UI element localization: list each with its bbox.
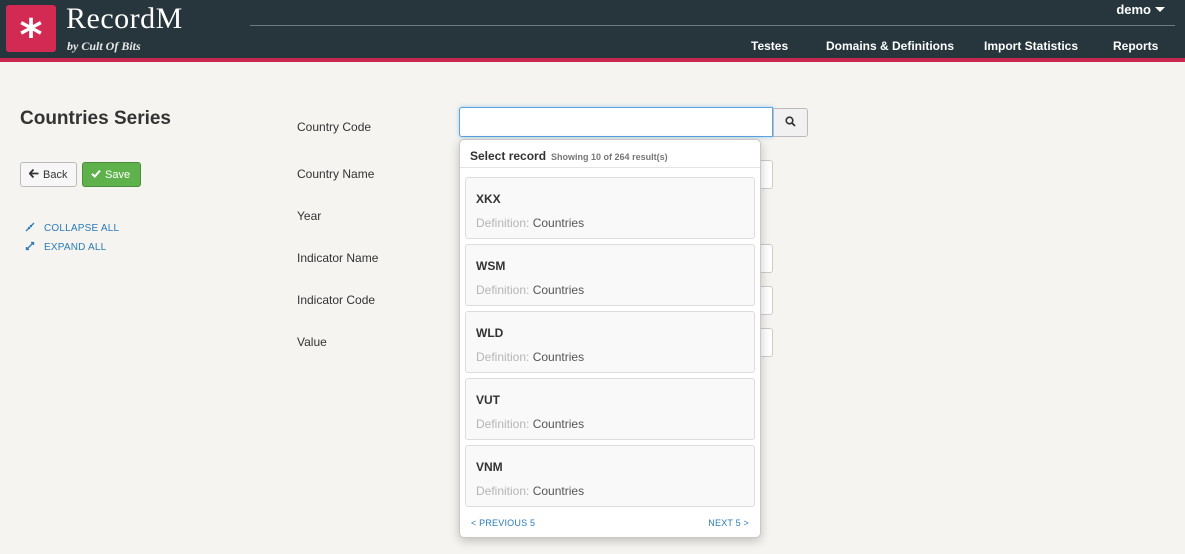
collapse-all-label: COLLAPSE ALL [44,223,120,234]
popup-title: Select record [470,149,547,163]
definition-key: Definition: [476,417,530,431]
record-list: XKX Definition: Countries WSM Definition… [465,177,755,512]
record-item[interactable]: WLD Definition: Countries [465,311,755,373]
next-page-link[interactable]: NEXT 5 > [708,518,749,528]
nav-item-domains-definitions[interactable]: Domains & Definitions [826,39,954,53]
definition-value: Countries [532,484,585,498]
record-code: VUT [476,393,500,407]
brand-byline: by Cult Of Bits [67,39,141,53]
label-country-code: Country Code [297,120,372,134]
definition-key: Definition: [476,350,530,364]
record-code: WSM [476,259,506,273]
header-accent-bar [0,58,1185,62]
definition-value: Countries [532,216,585,230]
result-count: Showing 10 of 264 result(s) [551,152,668,162]
label-value: Value [297,335,327,349]
country-code-input[interactable] [459,107,773,137]
compress-icon [25,222,36,235]
nav-item-import-statistics[interactable]: Import Statistics [984,39,1078,53]
user-name: demo [1116,2,1151,17]
record-definition: Definition: Countries [476,350,584,364]
record-definition: Definition: Countries [476,484,584,498]
collapse-all-link[interactable]: COLLAPSE ALL [25,222,119,235]
popup-divider [460,167,760,168]
asterisk-logo-icon: * [19,9,43,61]
save-button-label: Save [105,168,131,181]
label-indicator-name: Indicator Name [297,251,379,265]
logo[interactable]: * [6,5,56,57]
record-definition: Definition: Countries [476,417,584,431]
user-menu[interactable]: demo [1116,2,1165,17]
back-button-label: Back [43,168,68,181]
record-item[interactable]: VNM Definition: Countries [465,445,755,507]
definition-value: Countries [532,350,585,364]
record-code: VNM [476,460,503,474]
label-country-name: Country Name [297,167,375,181]
expand-icon [25,241,36,254]
expand-all-link[interactable]: EXPAND ALL [25,241,106,254]
definition-key: Definition: [476,484,530,498]
search-button[interactable] [773,108,808,137]
arrow-left-icon [28,168,39,181]
save-button[interactable]: Save [82,162,141,187]
definition-key: Definition: [476,216,530,230]
label-year: Year [297,209,322,223]
nav-item-reports[interactable]: Reports [1113,39,1158,53]
select-record-popup: Select record Showing 10 of 264 result(s… [459,139,761,538]
record-code: WLD [476,326,504,340]
brand-name[interactable]: RecordM [66,4,183,34]
nav-item-testes[interactable]: Testes [751,39,788,53]
label-indicator-code: Indicator Code [297,293,376,307]
record-item[interactable]: WSM Definition: Countries [465,244,755,306]
record-code: XKX [476,192,501,206]
record-item[interactable]: XKX Definition: Countries [465,177,755,239]
definition-value: Countries [532,417,585,431]
caret-down-icon [1155,7,1165,12]
check-icon [91,169,101,181]
popup-header: Select record Showing 10 of 264 result(s… [470,149,668,163]
record-definition: Definition: Countries [476,216,584,230]
record-definition: Definition: Countries [476,283,584,297]
page-title: Countries Series [20,108,171,129]
search-icon [785,114,796,132]
back-button[interactable]: Back [20,162,77,187]
previous-page-link[interactable]: < PREVIOUS 5 [471,518,535,528]
expand-all-label: EXPAND ALL [44,242,107,253]
definition-key: Definition: [476,283,530,297]
top-navbar: * RecordM by Cult Of Bits demo Testes Do… [0,0,1185,58]
definition-value: Countries [532,283,585,297]
header-divider [250,25,1175,26]
record-item[interactable]: VUT Definition: Countries [465,378,755,440]
